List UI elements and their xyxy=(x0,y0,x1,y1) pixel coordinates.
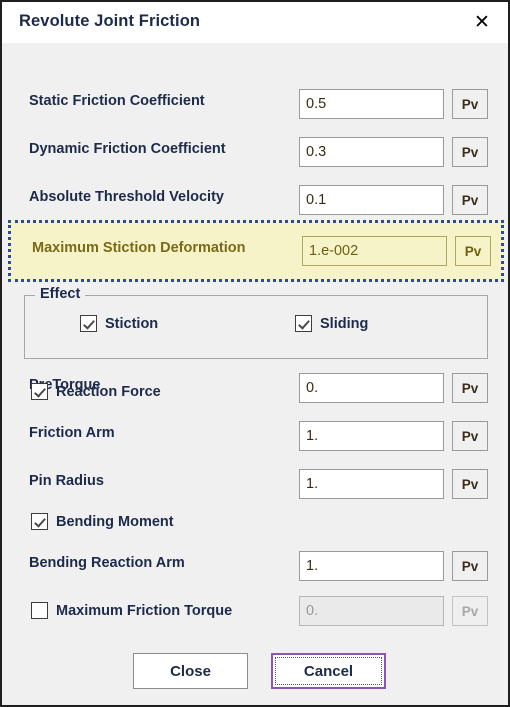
label-absolute-threshold-velocity: Absolute Threshold Velocity xyxy=(29,189,224,205)
row-maximum-stiction-deformation-highlighted: Maximum Stiction Deformation 1.e-002 Pv xyxy=(8,220,504,282)
row-dynamic-friction-coefficient: Dynamic Friction Coefficient 0.3 Pv xyxy=(4,137,508,167)
checkbox-bending-moment-box[interactable] xyxy=(31,513,48,530)
checkbox-sliding[interactable]: Sliding xyxy=(295,315,368,332)
close-icon[interactable]: ✕ xyxy=(462,4,502,40)
label-pin-radius: Pin Radius xyxy=(29,473,104,489)
label-maximum-stiction-deformation: Maximum Stiction Deformation xyxy=(32,240,246,256)
dialog-body: Static Friction Coefficient 0.5 Pv Dynam… xyxy=(4,43,508,703)
dialog-titlebar: Revolute Joint Friction ✕ xyxy=(2,2,508,43)
cancel-button-label: Cancel xyxy=(303,662,354,680)
checkbox-bending-moment-label: Bending Moment xyxy=(56,513,174,530)
pv-button-pretorque[interactable]: Pv xyxy=(452,373,488,403)
revolute-joint-friction-dialog: Revolute Joint Friction ✕ Static Frictio… xyxy=(0,0,510,707)
checkbox-reaction-force-label: Reaction Force xyxy=(56,383,161,400)
pv-button-bending-reaction-arm[interactable]: Pv xyxy=(452,551,488,581)
checkbox-maximum-friction-torque-label: Maximum Friction Torque xyxy=(56,602,233,619)
input-maximum-stiction-deformation[interactable]: 1.e-002 xyxy=(302,236,447,266)
checkbox-reaction-force[interactable]: Reaction Force xyxy=(31,383,161,400)
pv-button-pin-radius[interactable]: Pv xyxy=(452,469,488,499)
checkbox-stiction[interactable]: Stiction xyxy=(80,315,158,332)
row-bending-reaction-arm: Bending Reaction Arm 1. Pv xyxy=(4,551,508,581)
row-friction-arm: Friction Arm 1. Pv xyxy=(4,421,508,451)
close-button[interactable]: Close xyxy=(133,653,248,689)
row-maximum-friction-torque: Maximum Friction Torque 0. Pv xyxy=(4,596,508,626)
label-static-friction-coefficient: Static Friction Coefficient xyxy=(29,93,205,109)
effect-groupbox: Effect Stiction Sliding xyxy=(24,286,488,359)
pv-button-friction-arm[interactable]: Pv xyxy=(452,421,488,451)
input-static-friction-coefficient[interactable]: 0.5 xyxy=(299,89,444,119)
input-pretorque[interactable]: 0. xyxy=(299,373,444,403)
pv-button-maximum-stiction-deformation[interactable]: Pv xyxy=(455,236,491,266)
dialog-title: Revolute Joint Friction xyxy=(19,12,201,30)
input-pin-radius[interactable]: 1. xyxy=(299,469,444,499)
pv-button-absolute-threshold-velocity[interactable]: Pv xyxy=(452,185,488,215)
checkbox-stiction-box[interactable] xyxy=(80,315,97,332)
checkbox-reaction-force-box[interactable] xyxy=(31,383,48,400)
label-friction-arm: Friction Arm xyxy=(29,425,115,441)
checkbox-stiction-label: Stiction xyxy=(105,315,159,332)
close-button-label: Close xyxy=(170,662,211,680)
checkbox-maximum-friction-torque[interactable]: Maximum Friction Torque xyxy=(31,602,232,619)
checkbox-maximum-friction-torque-box[interactable] xyxy=(31,602,48,619)
input-absolute-threshold-velocity[interactable]: 0.1 xyxy=(299,185,444,215)
cancel-button[interactable]: Cancel xyxy=(271,653,386,689)
checkbox-sliding-box[interactable] xyxy=(295,315,312,332)
checkbox-sliding-label: Sliding xyxy=(320,315,369,332)
label-bending-reaction-arm: Bending Reaction Arm xyxy=(29,555,185,571)
pv-button-maximum-friction-torque: Pv xyxy=(452,596,488,626)
input-maximum-friction-torque: 0. xyxy=(299,596,444,626)
input-friction-arm[interactable]: 1. xyxy=(299,421,444,451)
effect-groupbox-title: Effect xyxy=(35,286,86,302)
checkbox-bending-moment[interactable]: Bending Moment xyxy=(31,513,174,530)
row-static-friction-coefficient: Static Friction Coefficient 0.5 Pv xyxy=(4,89,508,119)
input-dynamic-friction-coefficient[interactable]: 0.3 xyxy=(299,137,444,167)
input-bending-reaction-arm[interactable]: 1. xyxy=(299,551,444,581)
pv-button-dynamic-friction-coefficient[interactable]: Pv xyxy=(452,137,488,167)
row-pin-radius: Pin Radius 1. Pv xyxy=(4,469,508,499)
label-dynamic-friction-coefficient: Dynamic Friction Coefficient xyxy=(29,141,226,157)
row-absolute-threshold-velocity: Absolute Threshold Velocity 0.1 Pv xyxy=(4,185,508,215)
pv-button-static-friction-coefficient[interactable]: Pv xyxy=(452,89,488,119)
